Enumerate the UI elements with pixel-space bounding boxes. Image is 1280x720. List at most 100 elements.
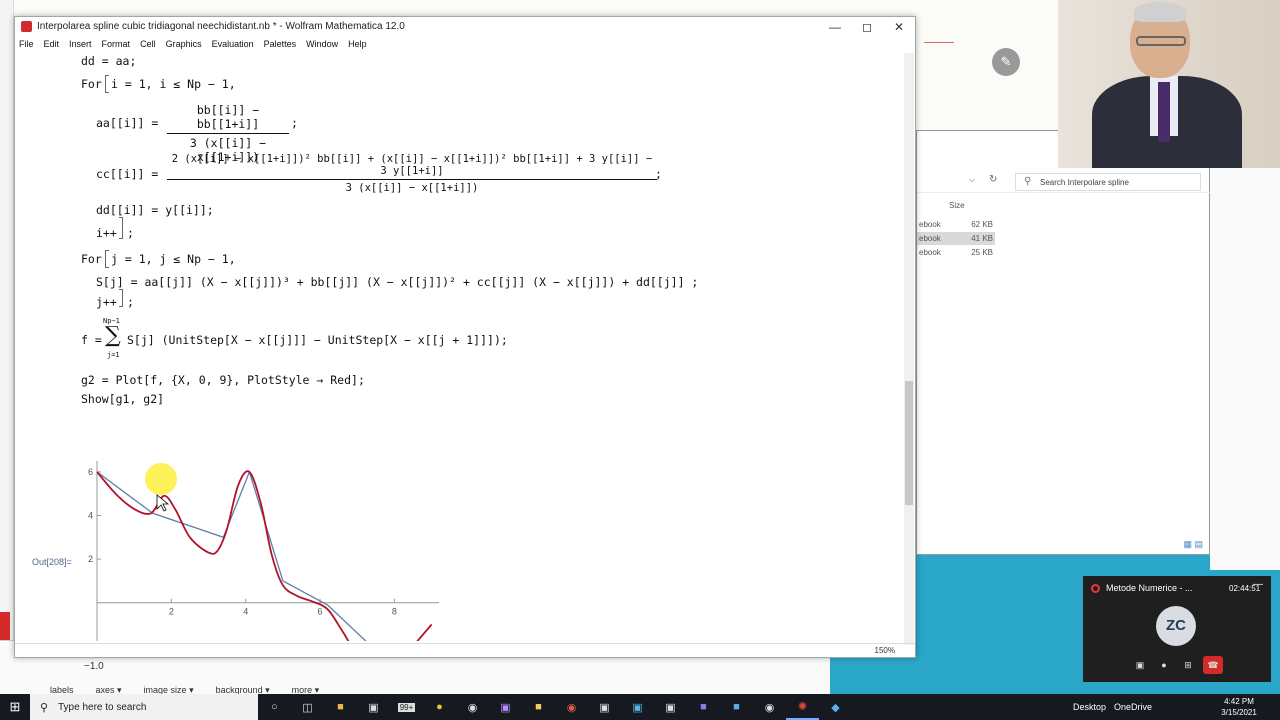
file-explorer-window: — ◻ ✕ ⌵ ↻ ⚲ Search Interpolare spline Si… — [916, 130, 1211, 555]
scrollbar-thumb[interactable] — [905, 381, 913, 505]
column-header-size[interactable]: Size — [949, 201, 965, 210]
code-line: S[j] (UnitStep[X − x[[j]]] − UnitStep[X … — [127, 333, 508, 347]
code-keyword-for: For — [81, 77, 102, 91]
code-line: cc[[i]] = — [96, 167, 159, 181]
series-line-data — [96, 469, 433, 641]
menu-format[interactable]: Format — [102, 39, 131, 49]
norton-icon[interactable]: ● — [423, 694, 456, 720]
menu-bar: File Edit Insert Format Cell Graphics Ev… — [15, 36, 915, 52]
video-off-icon[interactable]: ▣ — [1131, 656, 1149, 674]
minimize-icon[interactable]: — — [819, 20, 851, 34]
maximize-icon[interactable]: ◻ — [851, 20, 883, 34]
premiere-icon[interactable]: ▣ — [489, 694, 522, 720]
chevron-down-icon[interactable]: ⌵ — [969, 175, 975, 185]
y-tick-label: 6 — [88, 467, 93, 477]
file-size: 62 KB — [971, 220, 993, 229]
mathematica-taskbar-icon[interactable]: ✺ — [786, 694, 819, 720]
refresh-icon[interactable]: ↻ — [989, 174, 997, 185]
pen-icon[interactable]: ✎ — [992, 48, 1020, 76]
menu-graphics[interactable]: Graphics — [166, 39, 202, 49]
whiteboard-window: ✎ — [916, 0, 1058, 130]
code-line: dd = aa; — [81, 54, 137, 68]
y-tick-label: 4 — [88, 511, 93, 521]
webcam-person-glasses — [1136, 36, 1186, 46]
task-view-icon[interactable]: ◫ — [291, 694, 324, 720]
file-row[interactable]: ebook 25 KB — [917, 246, 995, 259]
terminal-icon[interactable]: ▣ — [588, 694, 621, 720]
webcam-person-hair — [1134, 2, 1186, 22]
menu-palettes[interactable]: Palettes — [264, 39, 297, 49]
mail-badge-icon[interactable]: 99+ — [390, 694, 423, 720]
webcam-person-tie — [1158, 82, 1170, 142]
file-explorer-icon[interactable]: ■ — [324, 694, 357, 720]
code-line: i++ — [96, 226, 117, 240]
x-tick-label: 8 — [392, 607, 397, 617]
share-icon[interactable]: ⊞ — [1179, 656, 1197, 674]
microphone-icon[interactable]: ● — [1155, 656, 1173, 674]
menu-insert[interactable]: Insert — [69, 39, 92, 49]
spline-plot[interactable]: 2 4 6 8642−2 — [77, 455, 457, 641]
code-line: j = 1, j ≤ Np − 1, — [111, 252, 236, 266]
taskbar-search-input[interactable]: ⚲ Type here to search — [30, 694, 258, 720]
file-name: ebook — [919, 248, 941, 257]
background-axis-label: −1.0 — [84, 661, 104, 672]
menu-help[interactable]: Help — [348, 39, 367, 49]
sticky-icon[interactable]: ■ — [522, 694, 555, 720]
background-window-edge — [0, 0, 14, 700]
x-tick-label: 4 — [243, 607, 248, 617]
meeting-widget: Metode Numerice - ... 02:44:51 — ZC ▣ ● … — [1083, 576, 1271, 682]
record-icon — [1091, 583, 1100, 593]
semicolon: ; — [127, 295, 134, 309]
handwriting-fragment — [150, 0, 156, 15]
file-name: ebook — [919, 234, 941, 243]
menu-edit[interactable]: Edit — [44, 39, 60, 49]
zoom-level[interactable]: 150% — [875, 646, 895, 655]
mathematica-window: Interpolarea spline cubic tridiagonal ne… — [14, 16, 916, 658]
sum-sign: ∑ — [105, 323, 121, 348]
file-name: ebook — [919, 220, 941, 229]
code-line: S[j] = aa[[j]] (X − x[[j]])³ + bb[[j]] (… — [96, 275, 699, 289]
windows-logo-icon[interactable]: ⊞ — [0, 699, 30, 715]
desktop-toolbar-label[interactable]: Desktop — [1073, 702, 1106, 712]
vertical-scrollbar[interactable] — [904, 53, 914, 645]
store-icon[interactable]: ▣ — [357, 694, 390, 720]
bracket-close — [119, 289, 123, 307]
view-toggle-icons[interactable]: ▦ ▤ — [1183, 539, 1203, 550]
network-app-icon[interactable]: ◆ — [819, 694, 852, 720]
code-line: j++ — [96, 295, 117, 309]
file-row[interactable]: ebook 62 KB — [917, 218, 995, 231]
semicolon: ; — [127, 226, 134, 240]
explorer-search-placeholder: Search Interpolare spline — [1040, 178, 1129, 187]
media-icon[interactable]: ◉ — [456, 694, 489, 720]
minimize-icon[interactable]: — — [1253, 579, 1263, 590]
explorer-search-input[interactable]: ⚲ Search Interpolare spline — [1015, 173, 1201, 191]
app-icon[interactable]: ▣ — [654, 694, 687, 720]
close-icon[interactable]: ✕ — [883, 20, 915, 34]
code-line: dd[[i]] = y[[i]]; — [96, 203, 214, 217]
mx-icon[interactable]: ■ — [720, 694, 753, 720]
taskbar-clock[interactable]: 4:42 PM 3/15/2021 — [1212, 696, 1266, 718]
clock-time: 4:42 PM — [1224, 697, 1254, 706]
status-bar: 150% — [15, 643, 915, 657]
meeting-title[interactable]: Metode Numerice - ... — [1106, 583, 1193, 593]
camera-app-icon[interactable]: ◉ — [753, 694, 786, 720]
menu-cell[interactable]: Cell — [140, 39, 156, 49]
menu-file[interactable]: File — [19, 39, 34, 49]
menu-window[interactable]: Window — [306, 39, 338, 49]
teams-icon[interactable]: ■ — [687, 694, 720, 720]
code-keyword-for: For — [81, 252, 102, 266]
code-line: Show[g1, g2] — [81, 392, 165, 406]
notebook-content[interactable]: dd = aa; For i = 1, i ≤ Np − 1, aa[[i]] … — [15, 53, 899, 641]
cortana-icon[interactable]: ○ — [258, 694, 291, 720]
chrome-icon[interactable]: ◉ — [555, 694, 588, 720]
y-tick-label: 2 — [88, 554, 93, 564]
menu-evaluation[interactable]: Evaluation — [212, 39, 254, 49]
hang-up-icon[interactable]: ☎ — [1203, 656, 1223, 674]
search-icon: ⚲ — [1024, 176, 1032, 187]
avatar: ZC — [1156, 606, 1196, 646]
output-label: Out[208]= — [32, 557, 72, 567]
series-line-spline — [96, 470, 433, 641]
remote-icon[interactable]: ▣ — [621, 694, 654, 720]
onedrive-label[interactable]: OneDrive — [1114, 702, 1152, 712]
file-row-selected[interactable]: ebook 41 KB — [917, 232, 995, 245]
